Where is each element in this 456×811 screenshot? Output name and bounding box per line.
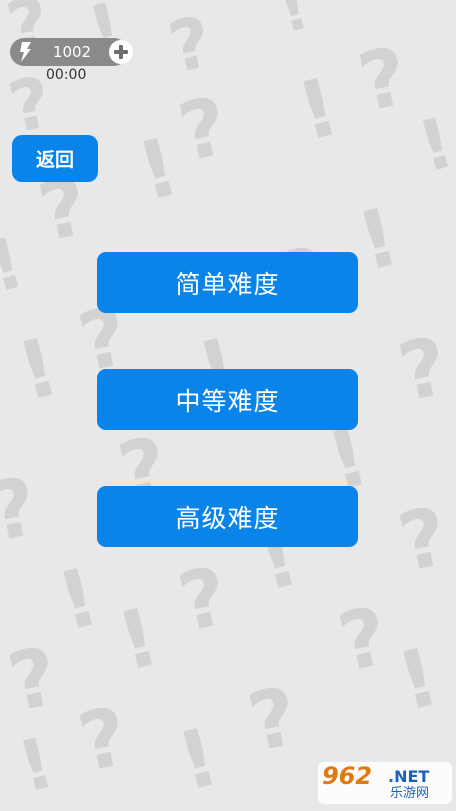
energy-counter: 1002 [10, 38, 133, 66]
watermark-logo: 962 [322, 762, 373, 790]
watermark-site-name: 乐游网 [390, 786, 430, 801]
game-screen: ? ! ? ! ? ! ? ? ! ! ? ! ! ? ? ! ? ! ! ? … [0, 0, 456, 811]
lightning-bolt-icon [20, 42, 31, 62]
back-button[interactable]: 返回 [12, 135, 98, 182]
watermark-net: .NET [388, 767, 430, 786]
easy-difficulty-button[interactable]: 简单难度 [97, 252, 358, 313]
energy-value: 1002 [52, 43, 92, 61]
timer-readout: 00:00 [46, 67, 87, 83]
site-watermark: 962 .NET 乐游网 [318, 762, 452, 804]
hard-difficulty-button[interactable]: 高级难度 [97, 486, 358, 547]
medium-difficulty-button[interactable]: 中等难度 [97, 369, 358, 430]
add-energy-button[interactable] [108, 39, 134, 65]
